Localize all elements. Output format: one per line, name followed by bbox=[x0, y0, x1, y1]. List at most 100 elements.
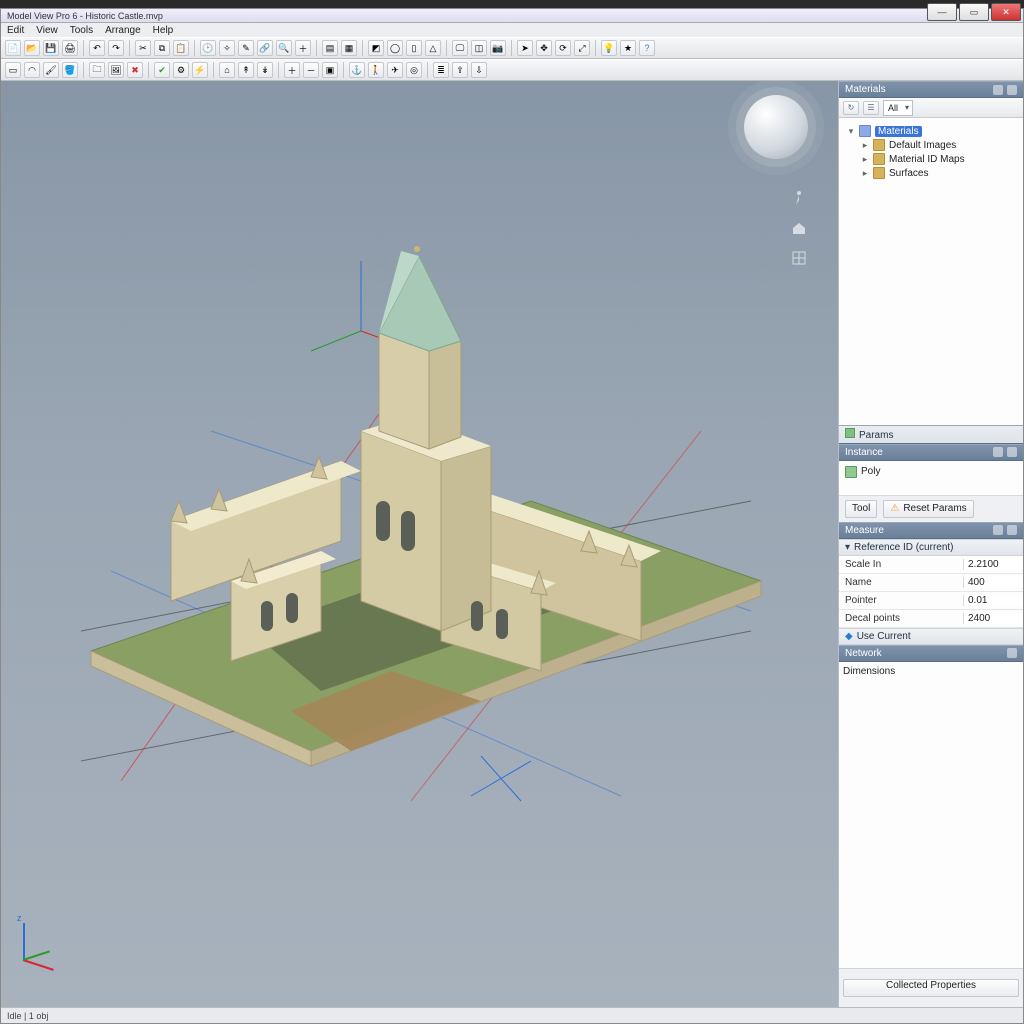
tb-search-icon[interactable]: 🔍 bbox=[276, 40, 292, 56]
measure-panel-header[interactable]: Measure bbox=[839, 522, 1023, 539]
tree-item-idmaps[interactable]: ▸ Material ID Maps bbox=[859, 152, 1017, 166]
materials-panel-header[interactable]: Materials bbox=[839, 81, 1023, 98]
tb-bucket-icon[interactable]: 🪣 bbox=[62, 62, 78, 78]
prop-row-pointer[interactable]: Pointer 0.01 bbox=[839, 592, 1023, 610]
tb-print-icon[interactable]: 🖨 bbox=[62, 40, 78, 56]
tb-star-icon[interactable]: ★ bbox=[620, 40, 636, 56]
panel-close-icon[interactable] bbox=[1007, 447, 1017, 457]
refresh-icon[interactable]: ↻ bbox=[843, 101, 859, 115]
tb-help-icon[interactable]: ? bbox=[639, 40, 655, 56]
maximize-button[interactable]: ▭ bbox=[959, 3, 989, 21]
panel-gear-icon[interactable] bbox=[993, 525, 1003, 535]
instance-panel-header[interactable]: Instance bbox=[839, 444, 1023, 461]
tb-zoomin-icon[interactable]: ＋ bbox=[284, 62, 300, 78]
tb-layer-icon[interactable]: ▤ bbox=[322, 40, 338, 56]
tb-folder-icon[interactable]: 🗀 bbox=[89, 62, 105, 78]
tb-open-icon[interactable]: 📂 bbox=[24, 40, 40, 56]
prop-row-decal[interactable]: Decal points 2400 bbox=[839, 610, 1023, 628]
tb-home-icon[interactable]: ⌂ bbox=[219, 62, 235, 78]
tb-cyl-icon[interactable]: ▯ bbox=[406, 40, 422, 56]
tb-cube-icon[interactable]: ◩ bbox=[368, 40, 384, 56]
menu-view[interactable]: View bbox=[36, 25, 58, 36]
params-panel-header[interactable]: Params bbox=[839, 425, 1023, 444]
minimize-button[interactable]: — bbox=[927, 3, 957, 21]
3d-viewport[interactable]: z bbox=[1, 81, 838, 1007]
tb-save-icon[interactable]: 💾 bbox=[43, 40, 59, 56]
panel-close-icon[interactable] bbox=[1007, 525, 1017, 535]
tb-lasso-icon[interactable]: ◠ bbox=[24, 62, 40, 78]
tb-link-icon[interactable]: 🔗 bbox=[257, 40, 273, 56]
tb-undo-icon[interactable]: ↶ bbox=[89, 40, 105, 56]
tb-anchor-icon[interactable]: ⚓ bbox=[349, 62, 365, 78]
tb-select-icon[interactable]: ▭ bbox=[5, 62, 21, 78]
menu-arrange[interactable]: Arrange bbox=[105, 25, 141, 36]
panel-gear-icon[interactable] bbox=[993, 447, 1003, 457]
tb-zoomfit-icon[interactable]: ▣ bbox=[322, 62, 338, 78]
measure-action[interactable]: ◆ Use Current bbox=[839, 628, 1023, 645]
prop-value[interactable]: 0.01 bbox=[963, 595, 1023, 606]
tb-clock-icon[interactable]: 🕑 bbox=[200, 40, 216, 56]
reset-params-button[interactable]: ⚠Reset Params bbox=[883, 500, 973, 518]
tb-zoomout-icon[interactable]: － bbox=[303, 62, 319, 78]
tb-gear-icon[interactable]: ⚙ bbox=[173, 62, 189, 78]
tb-sphere-icon[interactable]: ◯ bbox=[387, 40, 403, 56]
tb-walk-icon[interactable]: 🚶 bbox=[368, 62, 384, 78]
tree-icon[interactable]: ☰ bbox=[863, 101, 879, 115]
grid-toggle-icon[interactable] bbox=[790, 249, 808, 267]
close-button[interactable]: ✕ bbox=[991, 3, 1021, 21]
tb-cut-icon[interactable]: ✂ bbox=[135, 40, 151, 56]
tb-import-icon[interactable]: ⇩ bbox=[471, 62, 487, 78]
tree-root[interactable]: ▾ Materials bbox=[845, 124, 1017, 138]
tb-arrowup-icon[interactable]: ↟ bbox=[238, 62, 254, 78]
panel-gear-icon[interactable] bbox=[993, 85, 1003, 95]
tb-light-icon[interactable]: 💡 bbox=[601, 40, 617, 56]
tb-screen-icon[interactable]: 🖵 bbox=[452, 40, 468, 56]
menu-edit[interactable]: Edit bbox=[7, 25, 24, 36]
tb-arrow-icon[interactable]: ➤ bbox=[517, 40, 533, 56]
viewcube[interactable] bbox=[744, 95, 808, 159]
menu-tools[interactable]: Tools bbox=[70, 25, 93, 36]
collected-properties-button[interactable]: Collected Properties bbox=[843, 979, 1019, 997]
tool-button[interactable]: Tool bbox=[845, 500, 877, 518]
measure-section[interactable]: ▾Reference ID (current) bbox=[839, 539, 1023, 556]
tb-plus-icon[interactable]: ＋ bbox=[295, 40, 311, 56]
tb-grid-icon[interactable]: ▦ bbox=[341, 40, 357, 56]
tb-paste-icon[interactable]: 📋 bbox=[173, 40, 189, 56]
tb-redo-icon[interactable]: ↷ bbox=[108, 40, 124, 56]
prop-value[interactable]: 2400 bbox=[963, 613, 1023, 624]
tb-orbit-icon[interactable]: ◎ bbox=[406, 62, 422, 78]
tb-img-icon[interactable]: 🖼 bbox=[108, 62, 124, 78]
tb-arrowdn-icon[interactable]: ↡ bbox=[257, 62, 273, 78]
tb-db-icon[interactable]: ≣ bbox=[433, 62, 449, 78]
prop-value[interactable]: 400 bbox=[963, 577, 1023, 588]
axis-gizmo[interactable]: z bbox=[15, 917, 69, 971]
tb-fly-icon[interactable]: ✈ bbox=[387, 62, 403, 78]
menu-help[interactable]: Help bbox=[153, 25, 174, 36]
tb-check-icon[interactable]: ✔ bbox=[154, 62, 170, 78]
tb-move-icon[interactable]: ✥ bbox=[536, 40, 552, 56]
walk-icon[interactable] bbox=[790, 189, 808, 207]
materials-filter-dropdown[interactable]: All bbox=[883, 100, 913, 116]
tb-scale-icon[interactable]: ⤢ bbox=[574, 40, 590, 56]
tb-new-icon[interactable]: 📄 bbox=[5, 40, 21, 56]
tb-bolt-icon[interactable]: ⚡ bbox=[192, 62, 208, 78]
network-panel-header[interactable]: Network bbox=[839, 645, 1023, 662]
instance-item[interactable]: Poly bbox=[843, 465, 1019, 479]
tb-copy-icon[interactable]: ⧉ bbox=[154, 40, 170, 56]
panel-close-icon[interactable] bbox=[1007, 85, 1017, 95]
tb-delete-icon[interactable]: ✖ bbox=[127, 62, 143, 78]
tb-brush-icon[interactable]: 🖌 bbox=[43, 62, 59, 78]
home-icon[interactable] bbox=[790, 219, 808, 237]
prop-row-scale[interactable]: Scale In 2.2100 bbox=[839, 556, 1023, 574]
tb-export-icon[interactable]: ⇪ bbox=[452, 62, 468, 78]
tree-item-images[interactable]: ▸ Default Images bbox=[859, 138, 1017, 152]
tree-item-surfaces[interactable]: ▸ Surfaces bbox=[859, 166, 1017, 180]
tb-pencil-icon[interactable]: ✎ bbox=[238, 40, 254, 56]
prop-value[interactable]: 2.2100 bbox=[963, 559, 1023, 570]
panel-close-icon[interactable] bbox=[1007, 648, 1017, 658]
tb-cone-icon[interactable]: △ bbox=[425, 40, 441, 56]
tb-cam-icon[interactable]: 📷 bbox=[490, 40, 506, 56]
tb-wand-icon[interactable]: ✧ bbox=[219, 40, 235, 56]
tb-window-icon[interactable]: ◫ bbox=[471, 40, 487, 56]
tb-rotate-icon[interactable]: ⟳ bbox=[555, 40, 571, 56]
